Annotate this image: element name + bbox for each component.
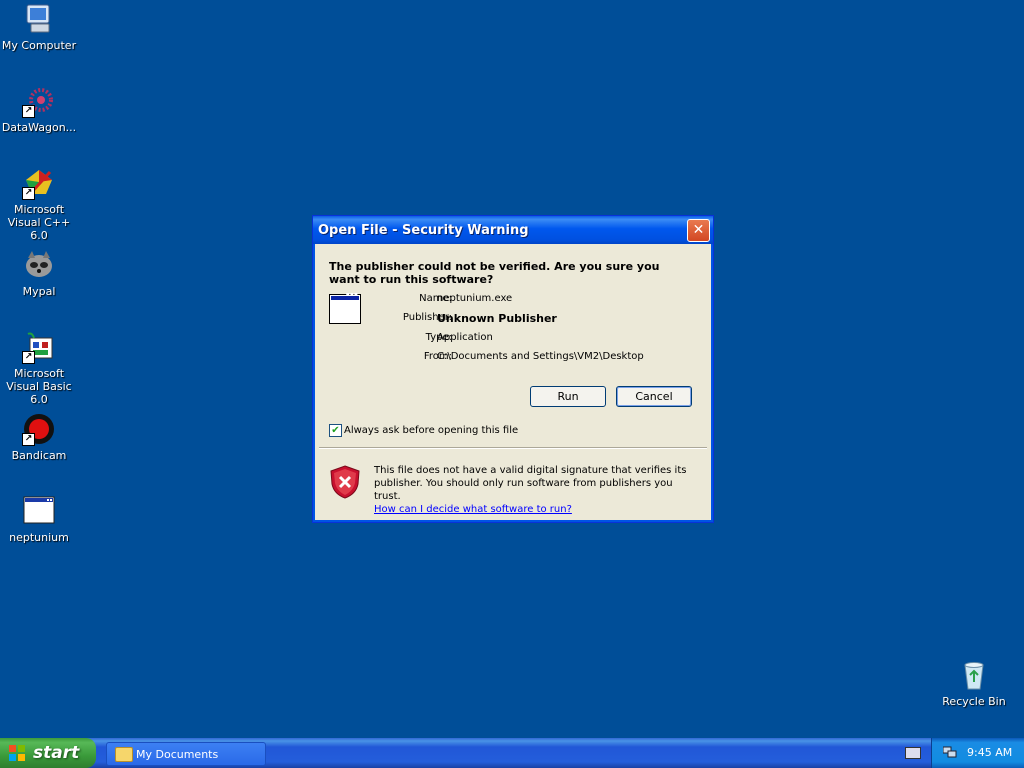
keyboard-icon[interactable] [905,747,921,759]
warning-message: This file does not have a valid digital … [374,464,694,516]
always-ask-label[interactable]: Always ask before opening this file [344,425,518,436]
info-row-publisher: Publisher: Unknown Publisher [356,312,696,326]
start-button[interactable]: start [0,738,96,768]
visual-cpp-icon: ↗ [22,166,56,200]
desktop-icon-mypal[interactable]: Mypal [0,248,78,298]
desktop-icon-label: Microsoft Visual Basic 6.0 [6,367,72,406]
help-link[interactable]: How can I decide what software to run? [374,503,694,516]
cancel-button[interactable]: Cancel [616,386,692,407]
desktop-icon-label: Mypal [22,285,56,298]
warning-text: This file does not have a valid digital … [374,465,687,502]
recycle-bin-icon [957,658,991,692]
info-value: C:\Documents and Settings\VM2\Desktop [437,351,644,362]
visual-basic-icon: ↗ [22,330,56,364]
shortcut-arrow-icon: ↗ [22,187,35,200]
system-tray: 9:45 AM [931,738,1024,768]
publisher-question: The publisher could not be verified. Are… [329,260,660,286]
taskbar-item-label: My Documents [136,748,219,761]
close-button[interactable]: ✕ [687,219,710,242]
info-row-name: Name: neptunium.exe [356,293,696,307]
shortcut-arrow-icon: ↗ [22,351,35,364]
desktop-icon-my-computer[interactable]: My Computer [0,2,78,52]
divider [319,447,707,449]
application-icon [22,494,56,528]
info-row-type: Type: Application [356,332,696,346]
network-icon[interactable] [942,746,957,758]
info-row-from: From: C:\Documents and Settings\VM2\Desk… [356,351,696,365]
desktop-icon-visual-basic[interactable]: ↗ Microsoft Visual Basic 6.0 [0,330,78,406]
desktop-icon-label: neptunium [9,531,69,544]
shortcut-arrow-icon: ↗ [22,105,35,118]
info-value: Application [437,332,493,343]
windows-flag-icon [9,745,26,761]
dialog-title: Open File - Security Warning [318,223,529,238]
bandicam-icon: ↗ [22,412,56,446]
clock[interactable]: 9:45 AM [967,746,1012,759]
desktop-icon-datawagon[interactable]: ↗ DataWagon... [0,84,78,134]
desktop-icon-recycle-bin[interactable]: Recycle Bin [935,658,1013,708]
desktop-icon-label: My Computer [1,39,77,52]
datawagon-icon: ↗ [22,84,56,118]
dialog-title-bar[interactable]: Open File - Security Warning ✕ [313,216,713,244]
info-value: Unknown Publisher [437,312,557,325]
mypal-icon [22,248,56,282]
close-icon: ✕ [692,222,705,238]
desktop-icon-label: DataWagon... [1,121,77,134]
shortcut-arrow-icon: ↗ [22,433,35,446]
desktop-icon-visual-cpp[interactable]: ↗ Microsoft Visual C++ 6.0 [0,166,78,242]
desktop-icon-neptunium[interactable]: neptunium [0,494,78,544]
desktop-icon-bandicam[interactable]: ↗ Bandicam [0,412,78,462]
info-value: neptunium.exe [437,293,513,304]
desktop-icon-label: Bandicam [11,449,67,462]
desktop-icon-label: Recycle Bin [942,695,1006,708]
desktop-icon-label: Microsoft Visual C++ 6.0 [7,203,71,242]
my-computer-icon [22,2,56,36]
always-ask-checkbox[interactable]: ✔ [329,424,342,437]
shield-warning-icon [328,464,362,500]
security-warning-dialog: Open File - Security Warning ✕ The publi… [312,215,714,523]
folder-icon [115,747,133,762]
dialog-body: The publisher could not be verified. Are… [316,244,710,519]
run-button[interactable]: Run [530,386,606,407]
start-label: start [33,743,80,763]
taskbar-item-my-documents[interactable]: My Documents [106,742,266,766]
taskbar: start My Documents 9:45 AM [0,738,1024,768]
